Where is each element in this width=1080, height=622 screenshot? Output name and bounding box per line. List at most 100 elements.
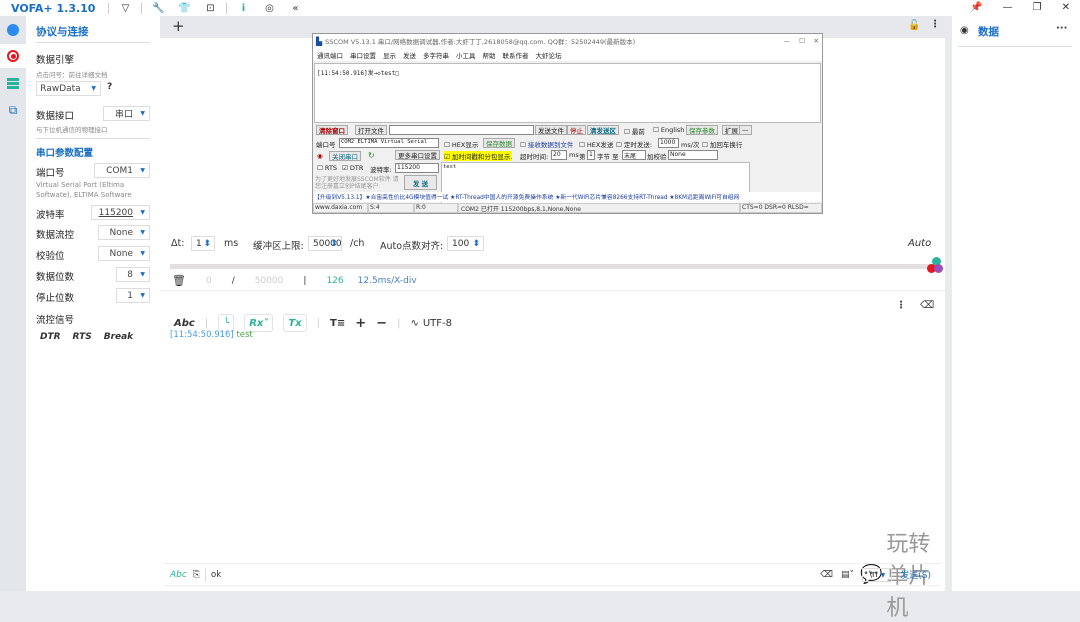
open-file-button[interactable]: 打开文件 [355, 125, 387, 135]
topmost-checkbox[interactable]: ☐ 最前 [624, 126, 645, 136]
record-icon[interactable] [0, 44, 26, 68]
hex-send-checkbox[interactable]: ☐ HEX发送 [579, 139, 613, 149]
menu-item[interactable]: 大虾论坛 [536, 50, 562, 60]
english-checkbox[interactable]: ☐ English [653, 126, 684, 134]
zoom-in-button[interactable]: + [355, 316, 366, 331]
sscom-minimize[interactable]: — [784, 37, 791, 45]
eye-icon[interactable]: ◉ [960, 25, 969, 36]
trash-icon[interactable]: 🗑 [172, 274, 186, 287]
menu-item[interactable]: 小工具 [456, 50, 476, 60]
text-format-icon[interactable]: T≡ [330, 318, 345, 329]
rts-checkbox[interactable]: ☐ RTS [317, 164, 337, 172]
add-tab-button[interactable]: + [172, 17, 185, 35]
more-settings-button[interactable]: 更多串口设置 [395, 150, 440, 160]
clear-window-button[interactable]: 清除窗口 [316, 125, 348, 135]
send-file-icon[interactable]: ⎘ [193, 570, 200, 580]
encoding-select[interactable]: UTF-8 [423, 318, 452, 329]
windows-icon[interactable]: ⧉ [0, 98, 26, 122]
checksum-label: 加校验 [647, 153, 667, 161]
align-stepper[interactable]: 100 [447, 236, 484, 251]
dt-stepper[interactable]: 1 [191, 236, 215, 251]
interval-input[interactable]: 1000 [658, 138, 679, 148]
byte-index-input[interactable]: 1 [587, 150, 595, 160]
recv-to-file-checkbox[interactable]: ☐ 接收数据到文件 [520, 139, 573, 149]
sscom-maximize[interactable]: ☐ [799, 37, 805, 45]
engine-select[interactable]: RawData [36, 81, 101, 96]
send-abc-button[interactable]: Abc [170, 570, 187, 580]
save-data-button[interactable]: 保存数据 [483, 138, 515, 148]
screenshot-icon[interactable]: ⊡ [197, 3, 223, 14]
parity-select[interactable]: None [98, 246, 150, 261]
timed-send-checkbox[interactable]: ☐ 定时发送: [616, 139, 652, 149]
stop-button[interactable]: 停止 [567, 125, 586, 135]
history-icon[interactable]: ▤˅ [841, 570, 854, 580]
pin-icon[interactable]: 📌 [970, 2, 982, 13]
menu-item[interactable]: 多字符串 [423, 50, 449, 60]
flow-select[interactable]: None [98, 225, 150, 240]
newline-select[interactable]: \n ▼ [862, 567, 893, 582]
restore-icon[interactable]: ❐ [1033, 2, 1042, 13]
more-icon[interactable]: ⋮ [930, 19, 940, 30]
buffer-input[interactable]: 50000 [308, 236, 342, 251]
stopbits-select[interactable]: 1 [116, 288, 150, 303]
info-icon[interactable]: i [230, 3, 256, 14]
menu-item[interactable]: 通讯端口 [317, 50, 343, 60]
abc-button[interactable]: Abc [174, 318, 195, 329]
hex-show-checkbox[interactable]: ☐ HEX显示 [444, 139, 478, 149]
zoom-out-button[interactable]: − [376, 316, 387, 331]
checksum-select[interactable]: None [668, 150, 718, 160]
clear-send-icon[interactable]: ⌫ [820, 570, 833, 580]
collapse-icon[interactable]: « [282, 3, 308, 14]
close-icon[interactable]: ✕ [1062, 2, 1070, 13]
wrench-icon[interactable]: 🔧 [145, 3, 171, 14]
sscom-port-select[interactable]: COM2 ELTIMA Virtual Serial [339, 138, 439, 148]
sscom-receive-area[interactable]: [11:54:50.916]发→◇test□ [314, 63, 821, 123]
vofa-logo-icon[interactable]: ▽ [112, 3, 138, 14]
break-button[interactable]: Break [104, 332, 133, 342]
minimize-icon[interactable]: — [1003, 2, 1013, 13]
menu-item[interactable]: 串口设置 [350, 50, 376, 60]
ticker[interactable]: 【升级到V5.13.1】★合宙高性价比4G模块值得一试 ★RT-Thread中国… [314, 192, 821, 202]
baud-select[interactable]: 115200 [91, 205, 150, 220]
rts-button[interactable]: RTS [73, 332, 92, 342]
clear-send-button[interactable]: 清发送区 [587, 125, 619, 135]
file-path-input[interactable] [389, 125, 534, 135]
byte-end-select[interactable]: 末尾 [622, 150, 646, 160]
add-crlf-checkbox[interactable]: ☐ 加回车换行 [702, 139, 742, 149]
close-port-button[interactable]: 关闭串口 [329, 151, 361, 161]
more-options-icon[interactable]: ⋮ [896, 300, 906, 311]
menu-item[interactable]: 联系作者 [503, 50, 529, 60]
connection-icon[interactable] [0, 18, 26, 42]
send-button[interactable]: 发送(S) [900, 568, 931, 581]
menu-item[interactable]: 帮助 [483, 50, 496, 60]
tx-toggle[interactable]: Tx [283, 314, 307, 332]
lock-icon[interactable]: 🔓 [908, 20, 920, 31]
databits-select[interactable]: 8 [116, 267, 150, 282]
waveform-icon[interactable]: ∿ [410, 318, 418, 329]
send-file-button[interactable]: 发送文件 [535, 125, 567, 135]
dtr-button[interactable]: DTR [40, 332, 61, 342]
data-more-button[interactable]: ··· [1056, 23, 1067, 34]
sscom-send-button[interactable]: 发 送 [404, 175, 437, 190]
sscom-close[interactable]: ✕ [814, 37, 819, 45]
menu-item[interactable]: 显示 [383, 50, 396, 60]
eraser-icon[interactable]: ⌫ [920, 300, 934, 311]
auto-button[interactable]: Auto [908, 238, 931, 249]
timeline-slider[interactable] [170, 264, 940, 269]
shirt-icon[interactable]: 👕 [171, 3, 197, 14]
refresh-icon[interactable]: ↻ [368, 151, 375, 160]
menu-item[interactable]: 发送 [403, 50, 416, 60]
fingerprint-icon[interactable]: ◎ [256, 3, 282, 14]
port-select[interactable]: COM1 [94, 163, 150, 178]
channel-dot-3[interactable] [934, 264, 943, 273]
send-input[interactable]: ok [211, 570, 820, 580]
sscom-baud-select[interactable]: 115200 [395, 163, 439, 173]
timestamp-checkbox[interactable]: ☑ 加时间戳和分包显示. [444, 151, 513, 161]
data-list-icon[interactable] [0, 71, 26, 95]
save-params-button[interactable]: 保存参数 [686, 125, 718, 135]
timeout-input[interactable]: 20 [551, 150, 567, 160]
dtr-checkbox[interactable]: ☑ DTR [342, 164, 363, 172]
help-icon[interactable]: ? [107, 82, 112, 92]
collapse-button[interactable]: — [739, 125, 752, 135]
iface-select[interactable]: 串口 [103, 106, 150, 121]
